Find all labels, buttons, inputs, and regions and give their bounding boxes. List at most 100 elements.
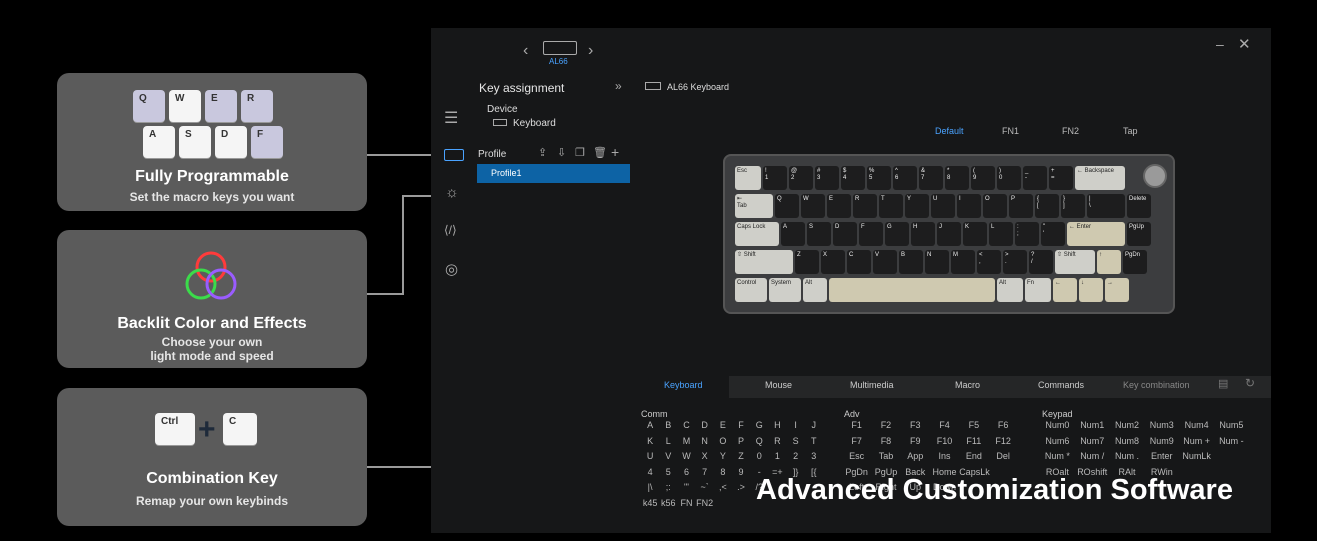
key-option[interactable]: N	[696, 434, 714, 450]
tab-commands[interactable]: Commands	[1038, 380, 1084, 390]
key-option[interactable]: 6	[677, 465, 695, 481]
export-icon[interactable]: ⇪	[538, 146, 547, 159]
key[interactable]: N	[925, 250, 949, 274]
key-option[interactable]: ;:	[659, 480, 677, 496]
key[interactable]: { [	[1035, 194, 1059, 218]
key-option[interactable]: ~`	[696, 480, 714, 496]
key[interactable]: Delete	[1127, 194, 1151, 218]
tab-multimedia[interactable]: Multimedia	[850, 380, 894, 390]
key[interactable]: ↓	[1079, 278, 1103, 302]
key-option[interactable]: Num8	[1110, 434, 1145, 450]
key-option[interactable]: Num -	[1214, 434, 1249, 450]
key[interactable]: ) 0	[997, 166, 1021, 190]
device-value[interactable]: Keyboard	[513, 118, 556, 129]
key[interactable]: } ]	[1061, 194, 1085, 218]
key[interactable]: Fn	[1025, 278, 1051, 302]
key-option[interactable]: Num2	[1110, 418, 1145, 434]
key[interactable]: O	[983, 194, 1007, 218]
layer-tab-default[interactable]: Default	[935, 126, 964, 136]
layer-tab-tap[interactable]: Tap	[1123, 126, 1138, 136]
key-option[interactable]: Esc	[842, 449, 871, 465]
key[interactable]: M	[951, 250, 975, 274]
key-option[interactable]	[714, 496, 732, 512]
key-option[interactable]: .>	[732, 480, 750, 496]
key[interactable]: ( 9	[971, 166, 995, 190]
key-option[interactable]: T	[805, 434, 823, 450]
key[interactable]: R	[853, 194, 877, 218]
key[interactable]: ← Enter	[1067, 222, 1125, 246]
key-option[interactable]: F12	[988, 434, 1017, 450]
key-option[interactable]: F6	[988, 418, 1017, 434]
key[interactable]: ⇧ Shift	[735, 250, 793, 274]
tab-macro[interactable]: Macro	[955, 380, 980, 390]
key[interactable]: PgUp	[1127, 222, 1151, 246]
key-option[interactable]: Num9	[1144, 434, 1179, 450]
key[interactable]: Control	[735, 278, 767, 302]
target-icon[interactable]: ◎	[445, 260, 458, 278]
tab-mouse[interactable]: Mouse	[765, 380, 792, 390]
key-option[interactable]: ,<	[714, 480, 732, 496]
tab-keyboard[interactable]: Keyboard	[664, 380, 703, 390]
key[interactable]: | \	[1087, 194, 1125, 218]
key-option[interactable]: k56	[659, 496, 677, 512]
key[interactable]: ^ 6	[893, 166, 917, 190]
key[interactable]: @ 2	[789, 166, 813, 190]
key[interactable]	[829, 278, 995, 302]
key[interactable]: V	[873, 250, 897, 274]
key-option[interactable]: 5	[659, 465, 677, 481]
key-option[interactable]: Del	[988, 449, 1017, 465]
key-option[interactable]: D	[696, 418, 714, 434]
key-option[interactable]: App	[901, 449, 930, 465]
key-option[interactable]: 1	[768, 449, 786, 465]
close-icon[interactable]: ✕	[1238, 35, 1251, 53]
key[interactable]: J	[937, 222, 961, 246]
key-option[interactable]: Tab	[871, 449, 900, 465]
key[interactable]: C	[847, 250, 871, 274]
copy-icon[interactable]: ❐	[575, 146, 585, 159]
key-option[interactable]: K	[641, 434, 659, 450]
key-option[interactable]: S	[787, 434, 805, 450]
key-option[interactable]: End	[959, 449, 988, 465]
key[interactable]: B	[899, 250, 923, 274]
key[interactable]: ⇤ Tab	[735, 194, 773, 218]
save-icon[interactable]: ▤	[1218, 377, 1228, 390]
key-option[interactable]: O	[714, 434, 732, 450]
key[interactable]: Z	[795, 250, 819, 274]
keyboard-tab-icon[interactable]	[444, 149, 464, 161]
key-option[interactable]: Num3	[1144, 418, 1179, 434]
delete-icon[interactable]: 🗑	[593, 146, 607, 159]
volume-knob[interactable]	[1143, 164, 1167, 188]
macro-code-icon[interactable]: ⟨/⟩	[444, 223, 457, 237]
key-option[interactable]: Num /	[1075, 449, 1110, 465]
key[interactable]: →	[1105, 278, 1129, 302]
key-option[interactable]: Enter	[1144, 449, 1179, 465]
add-icon[interactable]: +	[611, 144, 619, 160]
key-option[interactable]: Z	[732, 449, 750, 465]
key[interactable]: " '	[1041, 222, 1065, 246]
key[interactable]: P	[1009, 194, 1033, 218]
key-option[interactable]: W	[677, 449, 695, 465]
key[interactable]: Q	[775, 194, 799, 218]
key[interactable]: Esc	[735, 166, 761, 190]
key-option[interactable]: E	[714, 418, 732, 434]
key[interactable]: ! 1	[763, 166, 787, 190]
key-option[interactable]: B	[659, 418, 677, 434]
key[interactable]: ↑	[1097, 250, 1121, 274]
key-option[interactable]: F	[732, 418, 750, 434]
key-option[interactable]: |\	[641, 480, 659, 496]
key-option[interactable]: Num1	[1075, 418, 1110, 434]
key-option[interactable]: FN2	[696, 496, 714, 512]
key-option[interactable]: G	[750, 418, 768, 434]
key[interactable]: Alt	[997, 278, 1023, 302]
key[interactable]: ← Backspace	[1075, 166, 1125, 190]
key-option[interactable]: NumLk	[1179, 449, 1214, 465]
key[interactable]: * 8	[945, 166, 969, 190]
key-option[interactable]: Num4	[1179, 418, 1214, 434]
key-option[interactable]: F1	[842, 418, 871, 434]
key-option[interactable]: Num6	[1040, 434, 1075, 450]
key-option[interactable]: F8	[871, 434, 900, 450]
key[interactable]: K	[963, 222, 987, 246]
key-option[interactable]: F3	[901, 418, 930, 434]
minimize-icon[interactable]: –	[1216, 36, 1224, 52]
key[interactable]: ? /	[1029, 250, 1053, 274]
